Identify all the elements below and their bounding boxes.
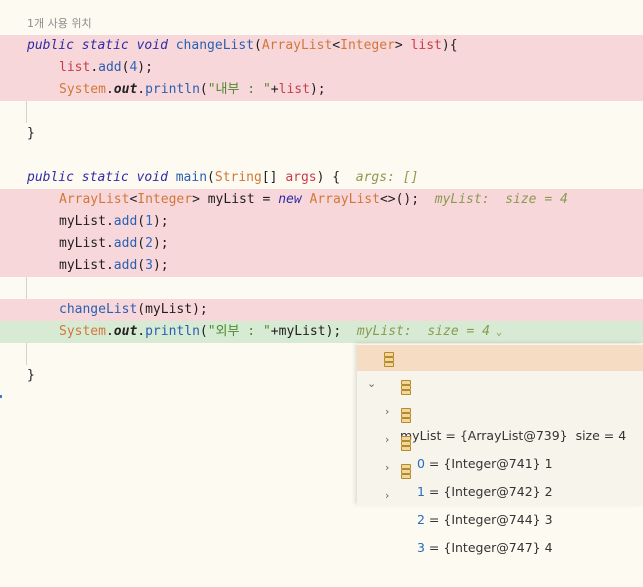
inline-debugger-popup[interactable]: ⌄ myList = {ArrayList@739} size = 4 › 0 …	[357, 344, 643, 555]
gutter-marker	[0, 395, 2, 398]
field-icon	[401, 408, 411, 423]
code-line-14-current[interactable]: System.out.println("외부 : "+myList); myLi…	[0, 321, 643, 343]
code-line-7[interactable]: public static void main(String[] args) {…	[0, 167, 643, 189]
code-line-1[interactable]: public static void changeList(ArrayList<…	[0, 35, 643, 57]
code-line-5[interactable]: }	[0, 123, 643, 145]
code-line-13[interactable]: changeList(myList);	[0, 299, 643, 321]
tree-node-item[interactable]: › 1 = {Integer@742} 2	[357, 401, 643, 499]
code-line-10[interactable]: myList.add(2);	[0, 233, 643, 255]
field-icon	[401, 380, 411, 395]
field-icon	[401, 436, 411, 451]
code-line-9[interactable]: myList.add(1);	[0, 211, 643, 233]
chevron-down-icon[interactable]: ⌄	[490, 327, 502, 338]
tree-node-mylist[interactable]: ⌄ myList = {ArrayList@739} size = 4	[357, 345, 643, 443]
code-line-3[interactable]: System.out.println("내부 : "+list);	[0, 79, 643, 101]
inline-value-hint: myList: size = 4	[434, 192, 568, 207]
tree-node-item[interactable]: › 3 = {Integer@747} 4	[357, 457, 643, 555]
chevron-right-icon[interactable]: ›	[385, 483, 389, 509]
usage-count-label[interactable]: 1개 사용 위치	[27, 15, 92, 31]
tree-node-item[interactable]: › 2 = {Integer@744} 3	[357, 429, 643, 527]
code-line-11[interactable]: myList.add(3);	[0, 255, 643, 277]
code-line-2[interactable]: list.add(4);	[0, 57, 643, 79]
field-icon	[384, 352, 394, 367]
inline-value-hint: args: []	[355, 170, 419, 185]
code-line-8[interactable]: ArrayList<Integer> myList = new ArrayLis…	[0, 189, 643, 211]
field-icon	[401, 464, 411, 479]
tree-node-item[interactable]: › 0 = {Integer@741} 1	[357, 373, 643, 471]
inline-value-hint: myList: size = 4	[356, 324, 490, 339]
